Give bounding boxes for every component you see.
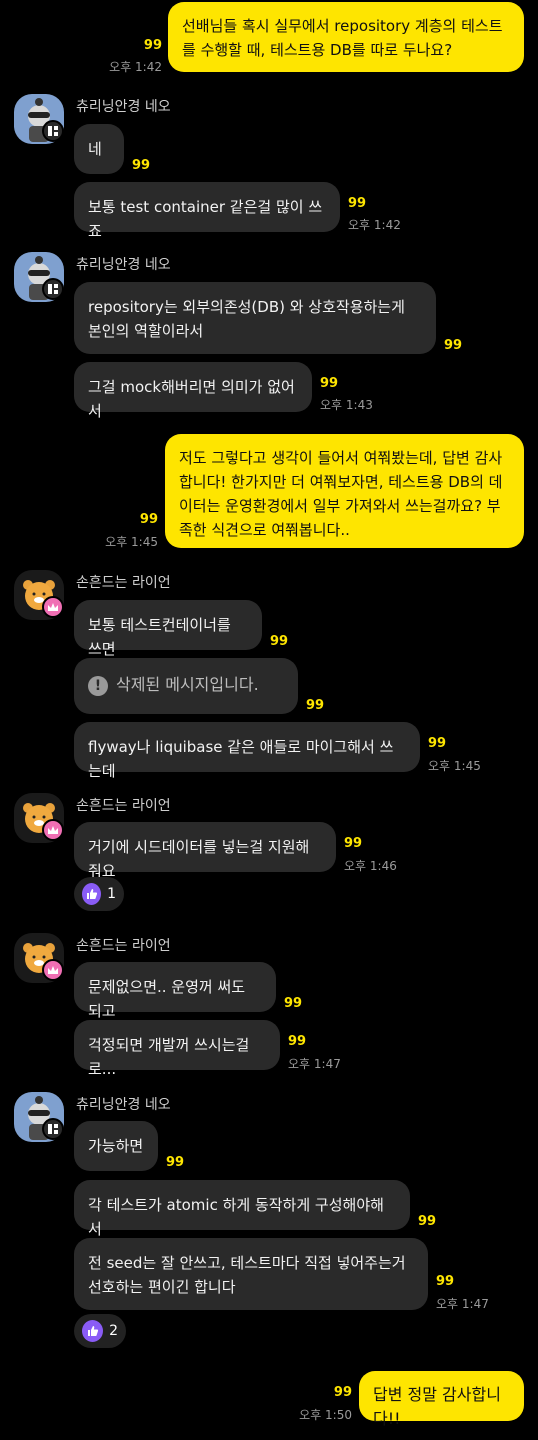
unread-count: 99 (428, 736, 447, 751)
unread-count: 99 (270, 634, 289, 649)
reaction-count: 2 (109, 1323, 118, 1339)
message-bubble[interactable]: 전 seed는 잘 안쓰고, 테스트마다 직접 넣어주는거 선호하는 편이긴 합… (74, 1238, 428, 1310)
message-bubble[interactable]: repository는 외부의존성(DB) 와 상호작용하는게 본인의 역할이라… (74, 282, 436, 354)
unread-count: 99 (132, 158, 151, 173)
sender-name: 츄리닝안경 네오 (76, 1097, 171, 1113)
message-text: 선배님들 혹시 실무에서 repository 계층의 테스트를 수행할 때, … (182, 17, 503, 59)
unread-count: 99 (344, 836, 363, 851)
unread-count: 99 (306, 698, 325, 713)
message-text: 거기에 시드데이터를 넣는걸 지원해줘요 (88, 838, 310, 880)
exclamation-icon: ! (88, 675, 108, 696)
message-text: 그걸 mock해버리면 의미가 없어서 (88, 378, 295, 420)
crown-badge-icon (42, 959, 64, 981)
unread-count: 99 (139, 512, 158, 527)
my-message-bubble[interactable]: 답변 정말 감사합니다!! (359, 1371, 524, 1428)
message-text: 네 (88, 140, 102, 158)
message-text: 가능하면 (88, 1137, 144, 1155)
unread-count: 99 (348, 196, 367, 211)
unread-count: 99 (284, 996, 303, 1011)
unread-count: 99 (166, 1155, 185, 1170)
profile-badge-icon (42, 1118, 64, 1140)
message-text: 전 seed는 잘 안쓰고, 테스트마다 직접 넣어주는거 선호하는 편이긴 합… (88, 1254, 406, 1296)
message-time: 오후 1:47 (436, 1297, 489, 1311)
message-time: 오후 1:45 (428, 759, 481, 773)
message-bubble[interactable]: flyway나 liquibase 같은 애들로 마이그해서 쓰는데 (74, 722, 420, 780)
reaction-count: 1 (107, 886, 116, 902)
sender-name: 손흔드는 라이언 (76, 798, 171, 814)
message-text: 답변 정말 감사합니다!! (373, 1385, 501, 1428)
message-text: repository는 외부의존성(DB) 와 상호작용하는게 본인의 역할이라… (88, 298, 405, 340)
message-bubble[interactable]: 거기에 시드데이터를 넣는걸 지원해줘요 (74, 822, 336, 880)
message-text: 문제없으면.. 운영꺼 써도 되고 (88, 978, 246, 1020)
message-time: 오후 1:50 (299, 1408, 352, 1422)
message-text: 각 테스트가 atomic 하게 동작하게 구성해야해서 (88, 1196, 384, 1238)
message-text: 보통 test container 같은걸 많이 쓰죠 (88, 198, 323, 240)
sender-name: 손흔드는 라이언 (76, 575, 171, 591)
message-time: 오후 1:43 (320, 398, 373, 412)
message-bubble[interactable]: 문제없으면.. 운영꺼 써도 되고 (74, 962, 276, 1020)
message-bubble[interactable]: 걱정되면 개발꺼 쓰시는걸로... (74, 1020, 280, 1078)
sender-name: 츄리닝안경 네오 (76, 257, 171, 273)
reaction-chip[interactable]: 1 (74, 877, 124, 911)
thumbs-up-icon (82, 1320, 104, 1342)
deleted-message-bubble[interactable]: ! 삭제된 메시지입니다. (74, 658, 298, 714)
message-text: flyway나 liquibase 같은 애들로 마이그해서 쓰는데 (88, 738, 394, 780)
crown-badge-icon (42, 819, 64, 841)
unread-count: 99 (436, 1274, 455, 1289)
my-message-bubble[interactable]: 선배님들 혹시 실무에서 repository 계층의 테스트를 수행할 때, … (168, 2, 524, 72)
message-bubble[interactable]: 보통 테스트컨테이너를 쓰면 (74, 600, 262, 658)
message-text: 걱정되면 개발꺼 쓰시는걸로... (88, 1036, 250, 1078)
message-bubble[interactable]: 보통 test container 같은걸 많이 쓰죠 (74, 182, 340, 240)
message-text: 보통 테스트컨테이너를 쓰면 (88, 616, 231, 658)
message-text: 저도 그렇다고 생각이 들어서 여쭤봤는데, 답변 감사합니다! 한가지만 더 … (179, 449, 503, 539)
crown-badge-icon (42, 596, 64, 618)
message-bubble[interactable]: 그걸 mock해버리면 의미가 없어서 (74, 362, 312, 420)
sender-name: 손흔드는 라이언 (76, 938, 171, 954)
unread-count: 99 (333, 1385, 352, 1400)
unread-count: 99 (320, 376, 339, 391)
message-time: 오후 1:46 (344, 859, 397, 873)
my-message-bubble[interactable]: 저도 그렇다고 생각이 들어서 여쭤봤는데, 답변 감사합니다! 한가지만 더 … (165, 434, 524, 548)
sender-name: 츄리닝안경 네오 (76, 99, 171, 115)
message-bubble[interactable]: 가능하면 (74, 1121, 158, 1171)
unread-count: 99 (418, 1214, 437, 1229)
message-time: 오후 1:45 (105, 535, 158, 549)
message-text: 삭제된 메시지입니다. (116, 675, 259, 694)
thumbs-up-icon (82, 883, 102, 905)
unread-count: 99 (143, 38, 162, 53)
message-time: 오후 1:42 (109, 60, 162, 74)
unread-count: 99 (444, 338, 463, 353)
profile-badge-icon (42, 120, 64, 142)
message-bubble[interactable]: 각 테스트가 atomic 하게 동작하게 구성해야해서 (74, 1180, 410, 1238)
message-bubble[interactable]: 네 (74, 124, 124, 174)
message-time: 오후 1:47 (288, 1057, 341, 1071)
message-time: 오후 1:42 (348, 218, 401, 232)
profile-badge-icon (42, 278, 64, 300)
unread-count: 99 (288, 1034, 307, 1049)
reaction-chip[interactable]: 2 (74, 1314, 126, 1348)
